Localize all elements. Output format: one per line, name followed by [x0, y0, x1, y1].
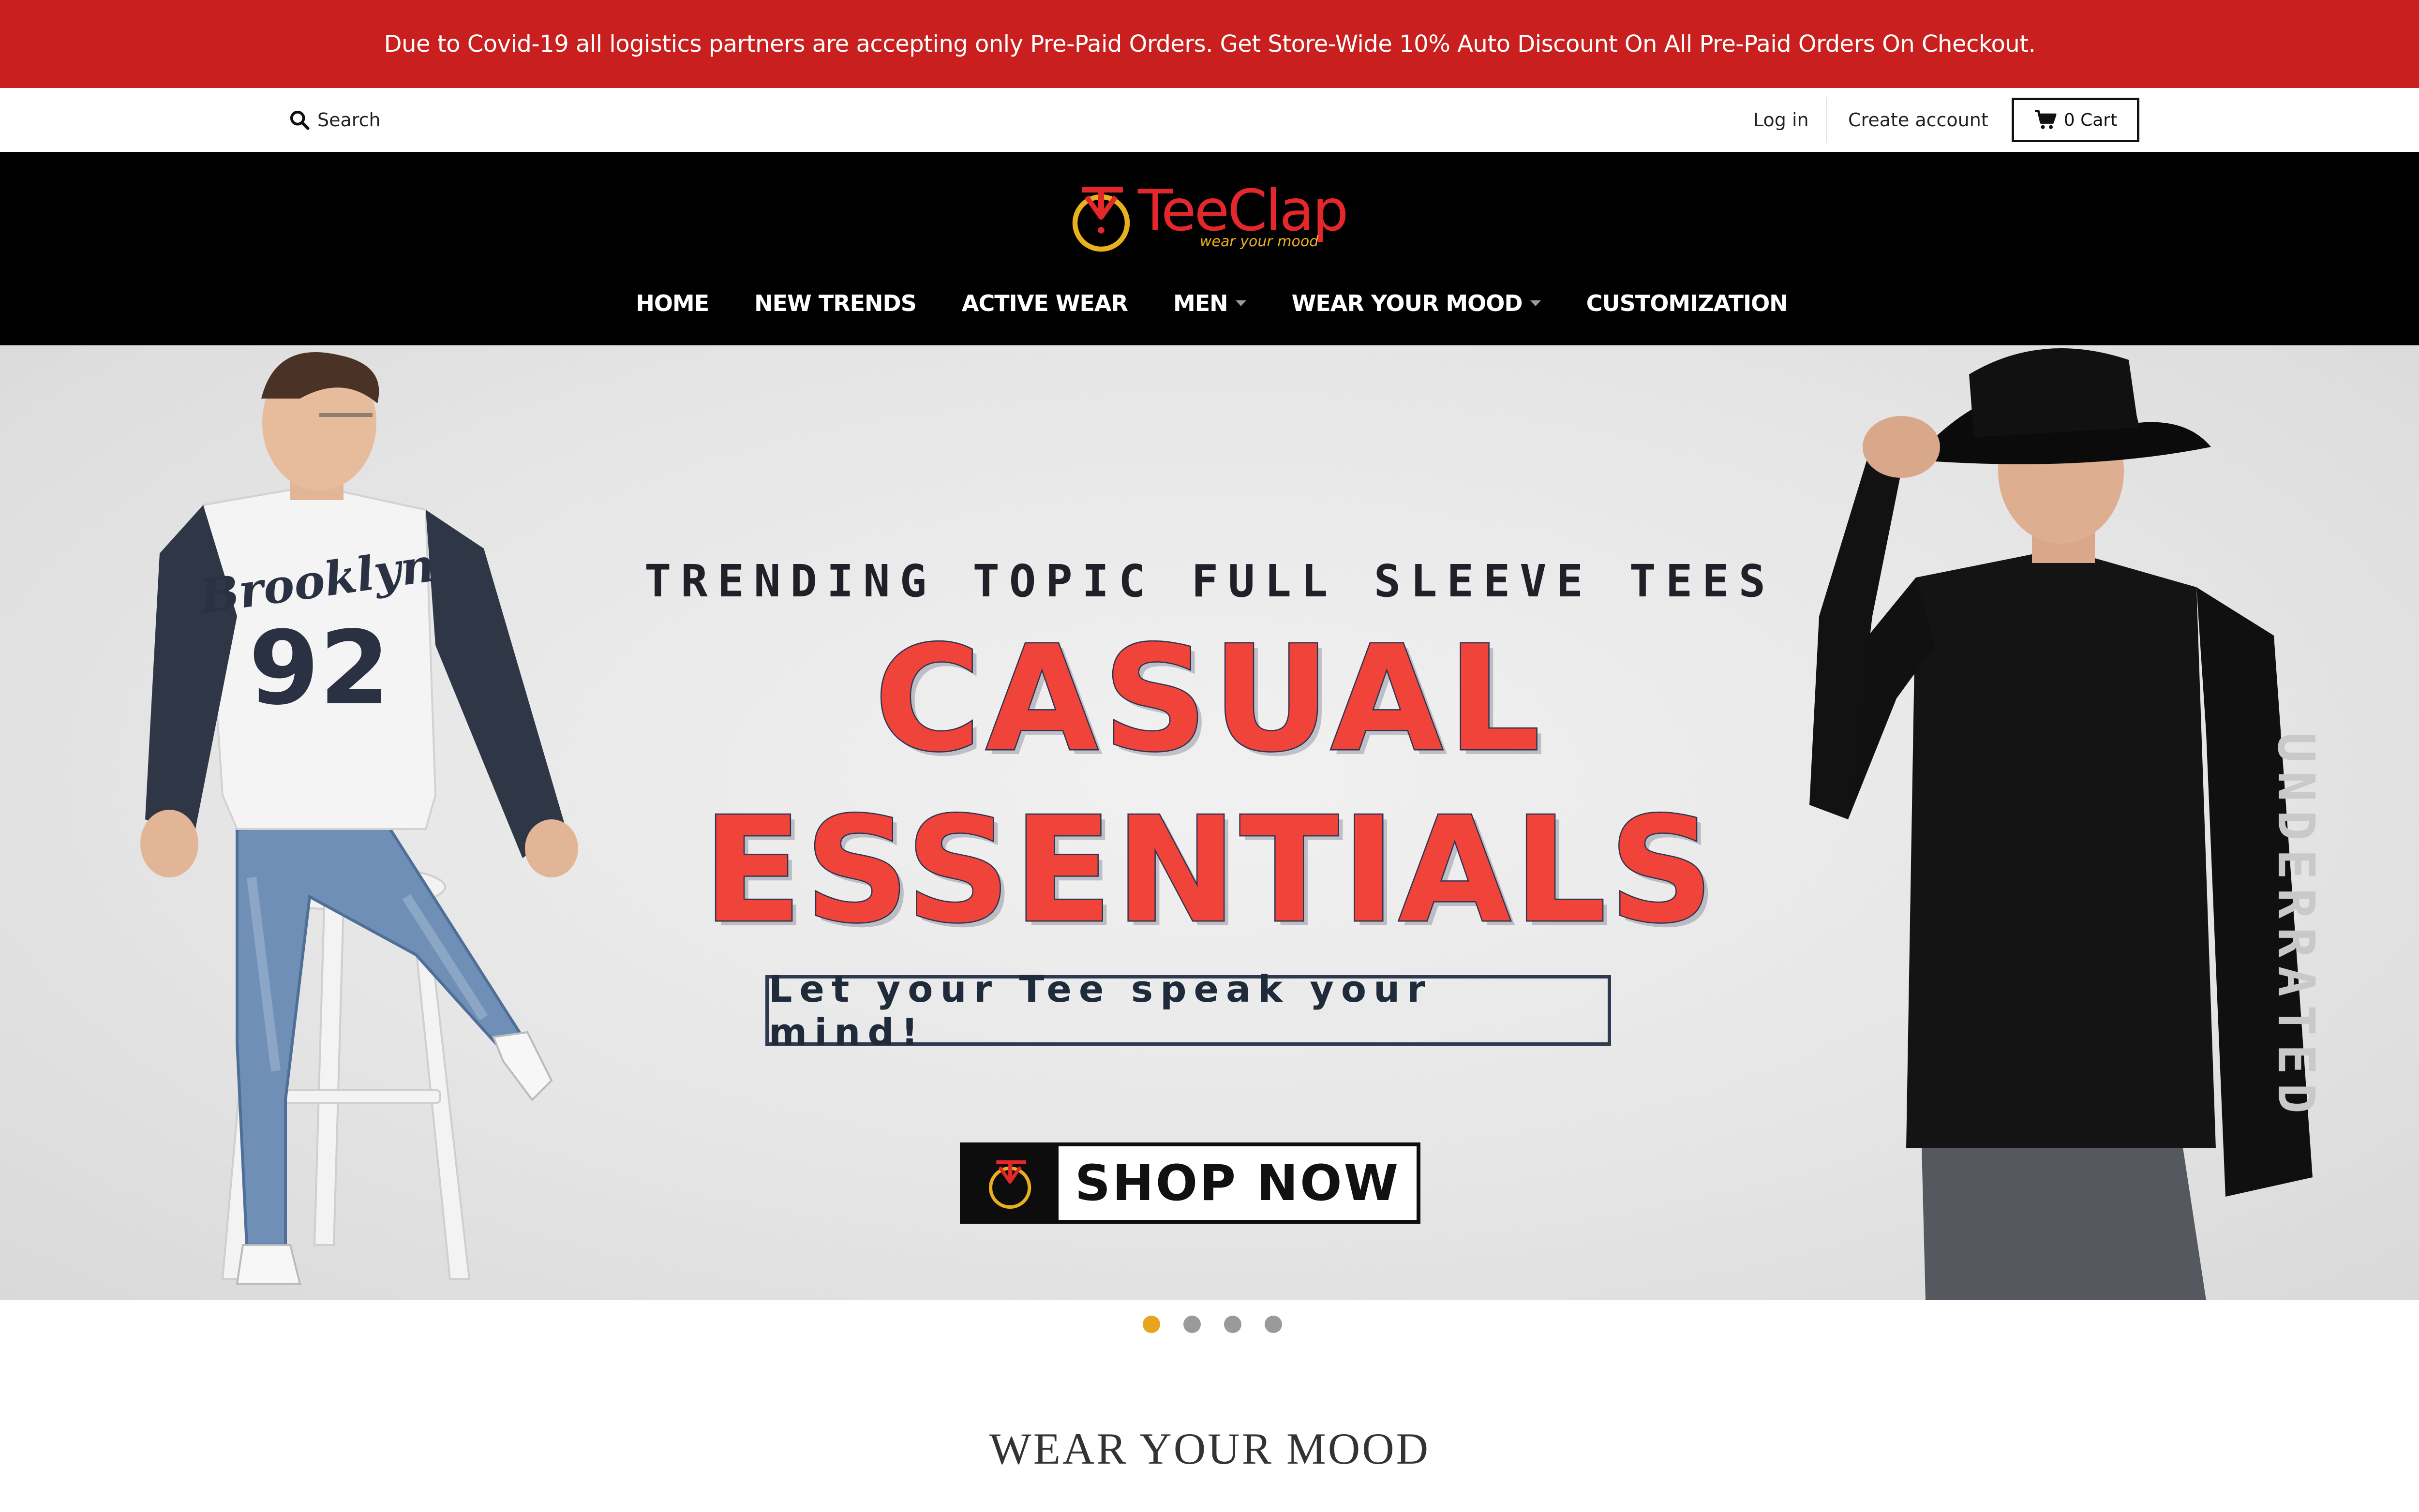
section-title: WEAR YOUR MOOD	[989, 1424, 1431, 1473]
nav-item-label: WEAR YOUR MOOD	[1291, 290, 1523, 316]
nav-item-label: ACTIVE WEAR	[961, 290, 1128, 316]
announcement-bar: Due to Covid-19 all logistics partners a…	[0, 0, 2419, 88]
brand-logo[interactable]: TeeClap wear your mood	[1066, 181, 1357, 253]
nav-item-label: NEW TRENDS	[754, 290, 917, 316]
nav-item-label: MEN	[1173, 290, 1228, 316]
nav-item-active-wear[interactable]: ACTIVE WEAR	[962, 290, 1128, 316]
hero-headline-line2: ESSENTIALS	[702, 786, 1717, 955]
search-icon	[290, 110, 310, 130]
slide-dot-2[interactable]	[1183, 1316, 1201, 1333]
brand-mark-icon	[1072, 187, 1130, 252]
slide-dot-3[interactable]	[1224, 1316, 1241, 1333]
shop-now-button[interactable]: SHOP NOW	[960, 1142, 1420, 1224]
cart-label: 0 Cart	[2063, 110, 2118, 130]
utility-bar: Search Log in Create account 0 Cart	[0, 88, 2419, 152]
hero-banner[interactable]: Brooklyn 92 UNDERRATED TRENDING TOPIC FU…	[0, 345, 2419, 1300]
chevron-down-icon	[1530, 300, 1541, 306]
nav-item-label: HOME	[636, 290, 709, 316]
nav-item-new-trends[interactable]: NEW TRENDS	[754, 290, 917, 316]
search-label: Search	[317, 109, 381, 131]
brand-mark-icon	[988, 1160, 1031, 1209]
hero-headline-line1: CASUAL	[873, 615, 1545, 784]
nav-item-home[interactable]: HOME	[636, 290, 709, 316]
hero-tagline: Let your Tee speak your mind!	[765, 967, 1611, 1053]
login-link[interactable]: Log in	[1753, 105, 1809, 134]
search-link[interactable]: Search	[288, 105, 381, 134]
shop-now-badge	[964, 1146, 1059, 1220]
announcement-text: Due to Covid-19 all logistics partners a…	[384, 30, 2036, 58]
shop-now-label: SHOP NOW	[1059, 1146, 1417, 1220]
slide-dot-4[interactable]	[1264, 1316, 1282, 1333]
create-account-link[interactable]: Create account	[1848, 105, 1988, 134]
cart-icon	[2034, 110, 2057, 129]
nav-item-men[interactable]: MEN	[1173, 290, 1246, 316]
brand-name: TeeClap	[1138, 177, 1349, 244]
site-header: TeeClap wear your mood HOME NEW TRENDS A…	[0, 152, 2419, 345]
brand-tagline: wear your mood	[1200, 233, 1319, 250]
nav-item-label: CUSTOMIZATION	[1586, 290, 1788, 316]
utility-divider	[1826, 97, 1827, 143]
main-nav: HOME NEW TRENDS ACTIVE WEAR MEN WEAR YOU…	[0, 282, 2419, 325]
chevron-down-icon	[1235, 300, 1246, 306]
nav-item-customization[interactable]: CUSTOMIZATION	[1586, 290, 1788, 316]
slider-dots	[0, 1316, 2419, 1335]
slide-dot-1[interactable]	[1142, 1316, 1160, 1333]
cart-button[interactable]: 0 Cart	[2012, 98, 2139, 142]
nav-item-wear-your-mood[interactable]: WEAR YOUR MOOD	[1292, 290, 1541, 316]
hero-eyebrow: TRENDING TOPIC FULL SLEEVE TEES	[644, 555, 1776, 607]
